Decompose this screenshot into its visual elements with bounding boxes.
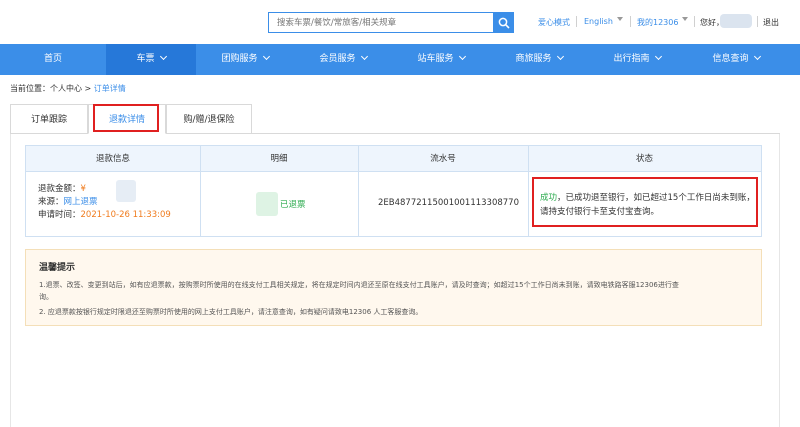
tab-label: 订单跟踪	[30, 115, 67, 125]
chevron-down-icon	[753, 52, 761, 61]
column-header-detail: 明细	[270, 154, 288, 164]
nav-item-home[interactable]: 首页	[0, 44, 106, 75]
tab-order-tracking[interactable]: 订单跟踪	[10, 104, 88, 134]
divider	[576, 16, 577, 27]
chevron-down-icon	[654, 52, 662, 61]
care-mode-link[interactable]: 爱心模式	[538, 17, 570, 28]
nav-label: 商旅服务	[515, 54, 552, 64]
nav-label: 会员服务	[319, 54, 356, 64]
chevron-down-icon	[616, 17, 623, 21]
divider	[630, 16, 631, 27]
search-icon	[498, 17, 510, 29]
refund-amount-value: ¥	[80, 184, 86, 194]
chevron-down-icon	[556, 52, 564, 61]
chevron-down-icon	[458, 52, 466, 61]
nav-item-station-service[interactable]: 站车服务	[392, 44, 490, 75]
tip-item: 1.退票、改签、变更到站后，如有应退票款，按购票时所使用的在线支付工具相关规定，…	[39, 281, 679, 289]
breadcrumb-current[interactable]: 订单详情	[94, 84, 126, 93]
serial-number: 2EB487721150010011133087​70	[378, 198, 519, 208]
detail-status: 已退票	[280, 200, 306, 210]
tip-item: 询。	[39, 293, 53, 301]
chevron-down-icon	[360, 52, 368, 61]
refund-source-label: 来源：	[38, 197, 64, 207]
nav-item-member-service[interactable]: 会员服务	[294, 44, 392, 75]
nav-item-info-query[interactable]: 信息查询	[686, 44, 786, 75]
my12306-menu[interactable]: 我的12306	[637, 17, 689, 28]
username-redacted	[720, 14, 752, 28]
column-divider	[358, 146, 359, 236]
nav-label: 信息查询	[712, 54, 749, 64]
table-header: 退款信息 明细 流水号 状态	[26, 146, 761, 172]
nav-item-travel-guide[interactable]: 出行指南	[588, 44, 686, 75]
column-divider	[200, 146, 201, 236]
divider	[757, 16, 758, 27]
highlight-box	[532, 177, 758, 227]
chevron-down-icon	[682, 17, 689, 21]
divider	[694, 16, 695, 27]
refund-amount-label: 退款金额：	[38, 184, 81, 194]
column-header-status: 状态	[635, 154, 653, 164]
nav-item-group-service[interactable]: 团购服务	[196, 44, 294, 75]
amount-redacted	[116, 180, 136, 202]
language-selector[interactable]: English	[584, 17, 623, 26]
breadcrumb: 当前位置：个人中心 > 订单详情	[10, 83, 126, 94]
logout-link[interactable]: 退出	[763, 17, 779, 28]
apply-time: 申请时间：2021-10-26 11:33:09	[38, 209, 171, 222]
tip-item: 2. 应退票款按银行规定时限退还至购票时所使用的网上支付工具账户，请注意查询，如…	[39, 308, 423, 316]
column-header-refund-info: 退款信息	[95, 154, 130, 164]
chevron-down-icon	[262, 52, 270, 61]
detail-redacted	[256, 192, 278, 216]
nav-label: 首页	[43, 54, 62, 64]
nav-label: 车票	[136, 54, 155, 64]
refund-source: 来源：网上退票	[38, 196, 171, 209]
tips-box: 温馨提示 1.退票、改签、变更到站后，如有应退票款，按购票时所使用的在线支付工具…	[25, 249, 762, 326]
tab-insurance[interactable]: 购/赠/退保险	[166, 104, 252, 134]
breadcrumb-prefix: 当前位置：个人中心 >	[10, 84, 94, 93]
my12306-label: 我的12306	[637, 18, 679, 27]
refund-info-cell: 退款金额：¥ 来源：网上退票 申请时间：2021-10-26 11:33:09	[38, 183, 171, 222]
nav-item-business-service[interactable]: 商旅服务	[490, 44, 588, 75]
apply-time-value: 2021-10-26 11:33:09	[80, 210, 171, 220]
search-box[interactable]	[268, 12, 494, 33]
highlight-box	[93, 104, 159, 132]
refund-amount: 退款金额：¥	[38, 183, 171, 196]
chevron-down-icon	[159, 52, 167, 61]
column-header-serial: 流水号	[430, 154, 456, 164]
nav-label: 出行指南	[613, 54, 650, 64]
search-input[interactable]	[269, 13, 493, 32]
refund-source-value: 网上退票	[63, 197, 98, 207]
nav-item-tickets[interactable]: 车票	[106, 44, 196, 75]
top-bar: 爱心模式 English 我的12306 您好， 退出	[0, 0, 800, 44]
column-divider	[528, 146, 529, 236]
search-button[interactable]	[494, 12, 514, 33]
main-nav: 首页 车票 团购服务 会员服务 站车服务 商旅服务 出行指南 信息查询	[0, 44, 800, 75]
tab-label: 购/赠/退保险	[183, 115, 235, 125]
language-label: English	[584, 17, 613, 26]
nav-label: 团购服务	[221, 54, 258, 64]
nav-label: 站车服务	[417, 54, 454, 64]
apply-time-label: 申请时间：	[38, 210, 81, 220]
tips-title: 温馨提示	[39, 263, 76, 273]
